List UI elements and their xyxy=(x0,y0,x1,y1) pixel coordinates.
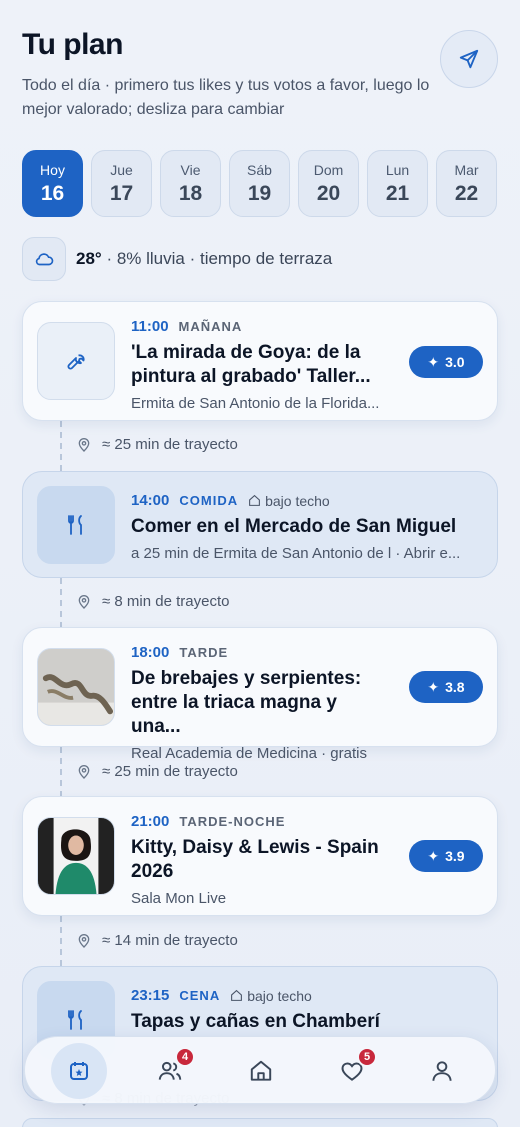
location-pin-icon xyxy=(78,933,90,948)
event-period: CENA xyxy=(179,988,221,1003)
indoor-label: bajo techo xyxy=(230,988,312,1004)
event-time: 11:00 xyxy=(131,318,169,335)
day-chip-dom[interactable]: Dom 20 xyxy=(298,150,359,217)
travel-time: ≈ 8 min de trayecto xyxy=(76,593,229,610)
page-subtitle: Todo el día · primero tus likes y tus vo… xyxy=(22,77,430,118)
event-period: MAÑANA xyxy=(178,319,243,334)
day-chip-jue[interactable]: Jue 17 xyxy=(91,150,152,217)
band-photo xyxy=(37,817,115,895)
tab-profile[interactable] xyxy=(417,1047,467,1095)
travel-time: ≈ 14 min de trayecto xyxy=(76,932,238,949)
day-chip-hoy[interactable]: Hoy 16 xyxy=(22,150,83,217)
tab-favorites[interactable]: 5 xyxy=(327,1047,377,1095)
sparkle-icon: ✦ xyxy=(427,678,440,695)
timeline-connector xyxy=(60,916,62,966)
page-title: Tu plan xyxy=(22,28,123,61)
plan-card[interactable]: 18:00 TARDE De brebajes y serpientes: ent… xyxy=(22,627,498,762)
weather-details: · 8% lluvia · tiempo de terraza xyxy=(101,249,333,268)
day-chip-vie[interactable]: Vie 18 xyxy=(160,150,221,217)
event-title: Tapas y cañas en Chamberí xyxy=(131,1011,380,1032)
wrench-icon xyxy=(37,322,115,400)
timeline-connector xyxy=(60,421,62,471)
event-subtitle: Sala Mon Live xyxy=(131,890,227,907)
event-title: 'La mirada de Goya: de la pintura al gra… xyxy=(131,342,371,387)
weather-temp: 28° xyxy=(76,249,102,268)
location-pin-icon xyxy=(78,764,90,779)
event-subtitle: a 25 min de Ermita de San Antonio de l ·… xyxy=(131,545,461,562)
tab-home[interactable] xyxy=(236,1047,286,1095)
day-chip-mar[interactable]: Mar 22 xyxy=(436,150,497,217)
event-period: TARDE xyxy=(179,645,229,660)
travel-time: ≈ 25 min de trayecto xyxy=(76,436,238,453)
event-time: 14:00 xyxy=(131,492,170,509)
event-time: 23:15 xyxy=(131,987,170,1004)
event-title: Kitty, Daisy & Lewis - Spain 2026 xyxy=(131,837,379,882)
weather-text: 28° · 8% lluvia · tiempo de terraza xyxy=(76,249,332,269)
day-chip-lun[interactable]: Lun 21 xyxy=(367,150,428,217)
location-pin-icon xyxy=(78,437,90,452)
meal-card[interactable]: 14:00 COMIDA bajo techo Comer en el Merca… xyxy=(22,471,498,578)
fork-knife-icon xyxy=(37,486,115,564)
event-subtitle: Real Academia de Medicina · gratis xyxy=(131,745,367,762)
location-pin-icon xyxy=(78,594,90,609)
timeline-connector xyxy=(60,747,62,797)
event-time: 18:00 xyxy=(131,644,170,661)
tab-friends[interactable]: 4 xyxy=(145,1047,195,1095)
timeline-connector xyxy=(60,578,62,628)
weather-row: 28° · 8% lluvia · tiempo de terraza xyxy=(22,237,332,281)
sparkle-icon: ✦ xyxy=(427,847,440,864)
event-subtitle: Ermita de San Antonio de la Florida... xyxy=(131,395,380,412)
serpent-sculpture-photo xyxy=(37,648,115,726)
event-period: TARDE-NOCHE xyxy=(179,814,286,829)
house-icon xyxy=(249,494,261,506)
travel-time: ≈ 25 min de trayecto xyxy=(76,763,238,780)
friends-badge: 4 xyxy=(175,1047,195,1067)
event-title: Comer en el Mercado de San Miguel xyxy=(131,516,457,537)
calendar-star-icon xyxy=(70,1062,88,1080)
event-period: COMIDA xyxy=(179,493,239,508)
next-card-peek xyxy=(22,1118,498,1127)
rating-badge[interactable]: ✦ 3.8 xyxy=(409,671,483,703)
sparkle-icon: ✦ xyxy=(427,353,440,370)
bottom-tab-bar: 4 5 xyxy=(24,1036,496,1104)
plan-card[interactable]: 11:00 MAÑANA 'La mirada de Goya: de la pi… xyxy=(22,301,498,421)
house-icon xyxy=(231,989,243,1001)
user-icon xyxy=(432,1061,452,1081)
indoor-label: bajo techo xyxy=(248,493,330,509)
share-button[interactable] xyxy=(440,30,498,88)
favorites-badge: 5 xyxy=(357,1047,377,1067)
rating-badge[interactable]: ✦ 3.9 xyxy=(409,840,483,872)
rating-badge[interactable]: ✦ 3.0 xyxy=(409,346,483,378)
plan-card[interactable]: 21:00 TARDE-NOCHE Kitty, Daisy & Lewis - … xyxy=(22,796,498,916)
event-title: De brebajes y serpientes: entre la triac… xyxy=(131,668,362,737)
header: Tu plan Todo el día · primero tus likes … xyxy=(22,28,442,122)
day-chip-sab[interactable]: Sáb 19 xyxy=(229,150,290,217)
event-time: 21:00 xyxy=(131,813,170,830)
send-icon xyxy=(459,49,479,69)
cloud-icon xyxy=(22,237,66,281)
tab-plan[interactable] xyxy=(51,1043,107,1099)
day-selector: Hoy 16 Jue 17 Vie 18 Sáb 19 Dom 20 Lun 21 Mar 2… xyxy=(22,150,497,217)
home-icon xyxy=(250,1060,272,1081)
